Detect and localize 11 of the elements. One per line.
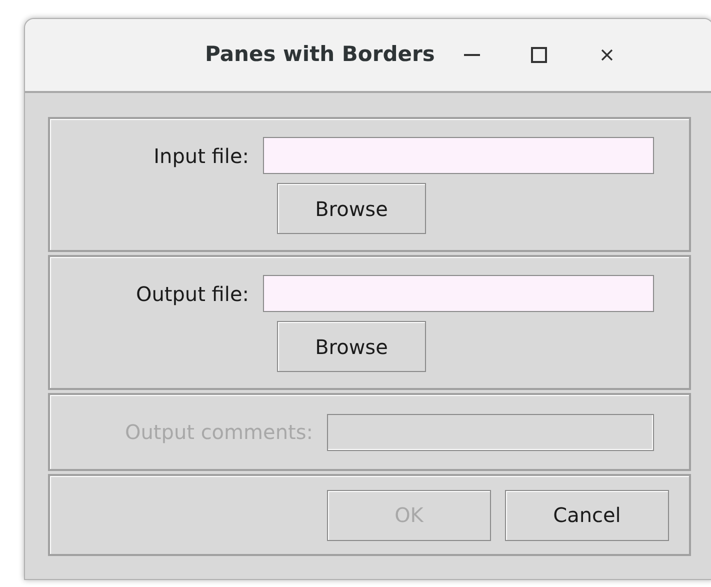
window-title: Panes with Borders (205, 41, 435, 68)
input-field[interactable] (263, 275, 654, 312)
push-button[interactable]: Cancel (505, 490, 669, 540)
minimize-icon[interactable] (462, 53, 481, 57)
field-label: Input file: (152, 142, 250, 170)
input-field[interactable] (263, 137, 654, 174)
close-icon[interactable] (600, 49, 613, 61)
push-button[interactable]: Browse (277, 321, 426, 372)
maximize-icon[interactable] (530, 47, 547, 63)
push-button[interactable]: Browse (277, 183, 426, 234)
field-label: Output file: (134, 280, 250, 308)
